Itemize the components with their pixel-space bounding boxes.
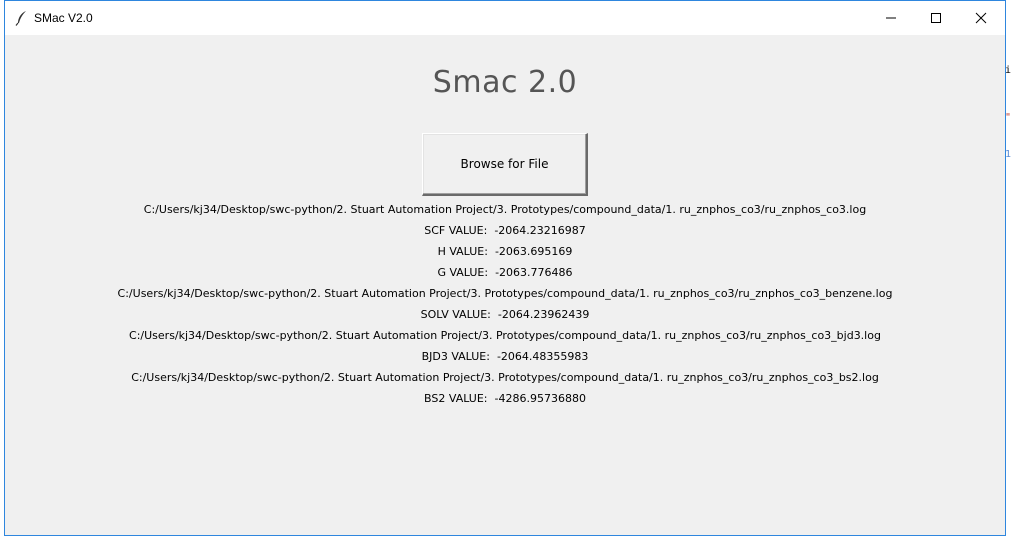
main-content: Smac 2.0 Browse for File C:/Users/kj34/D… — [5, 35, 1005, 535]
file-path-label: C:/Users/kj34/Desktop/swc-python/2. Stua… — [129, 329, 881, 342]
window-title: SMac V2.0 — [34, 11, 93, 25]
page-title: Smac 2.0 — [432, 65, 578, 100]
file-path-label: C:/Users/kj34/Desktop/swc-python/2. Stua… — [143, 203, 867, 216]
browse-file-button[interactable]: Browse for File — [422, 133, 588, 196]
maximize-icon — [930, 9, 942, 28]
file-path-label: C:/Users/kj34/Desktop/swc-python/2. Stua… — [117, 287, 893, 300]
scf-value-label: SCF VALUE: -2064.23216987 — [424, 224, 586, 237]
bs2-value-label: BS2 VALUE: -4286.95736880 — [424, 392, 586, 405]
feather-icon — [15, 10, 29, 26]
minimize-icon — [885, 9, 897, 28]
output-list: C:/Users/kj34/Desktop/swc-python/2. Stua… — [5, 199, 1005, 409]
solv-value-label: SOLV VALUE: -2064.23962439 — [420, 308, 590, 321]
bjd3-value-label: BJD3 VALUE: -2064.48355983 — [421, 350, 589, 363]
minimize-button[interactable] — [868, 1, 913, 35]
close-button[interactable] — [958, 1, 1003, 35]
g-value-label: G VALUE: -2063.776486 — [437, 266, 573, 279]
file-path-label: C:/Users/kj34/Desktop/swc-python/2. Stua… — [131, 371, 879, 384]
close-icon — [975, 9, 987, 28]
h-value-label: H VALUE: -2063.695169 — [437, 245, 573, 258]
title-bar[interactable]: SMac V2.0 — [5, 1, 1005, 35]
maximize-button[interactable] — [913, 1, 958, 35]
app-window: SMac V2.0 Smac 2.0 Browse for File C:/Us… — [4, 0, 1006, 536]
